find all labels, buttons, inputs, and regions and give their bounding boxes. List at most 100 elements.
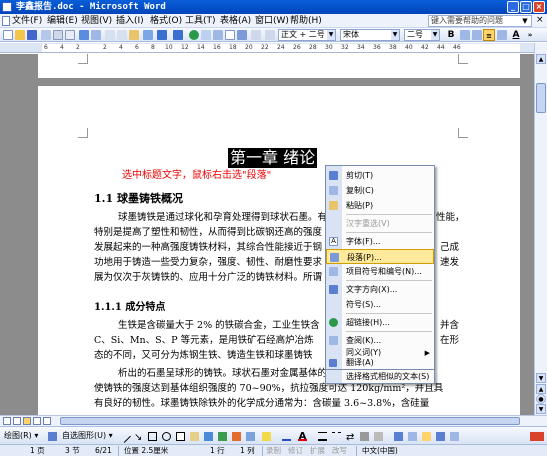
context-translate[interactable]: 翻译(A) xyxy=(326,358,434,368)
rectangle-icon[interactable] xyxy=(148,432,157,441)
3d-style-icon[interactable] xyxy=(374,432,383,441)
horizontal-scrollbar[interactable] xyxy=(0,415,547,426)
align-left-icon[interactable] xyxy=(460,30,470,40)
context-copy[interactable]: 复制(C) xyxy=(326,183,434,198)
save-icon[interactable] xyxy=(27,30,37,40)
paragraph-line[interactable]: 球墨铸铁是通过球化和孕育处理得到球状石墨。有 xyxy=(118,210,327,225)
browse-object-icon[interactable]: ● xyxy=(536,394,546,404)
paragraph-line-tail[interactable]: 并含 xyxy=(440,318,459,333)
arrow-style-icon[interactable]: ⇄ xyxy=(346,432,355,443)
select-objects-icon[interactable] xyxy=(48,432,57,441)
document-map-icon[interactable] xyxy=(225,30,235,40)
horizontal-scroll-thumb[interactable] xyxy=(60,417,520,425)
subsection-heading[interactable]: 1.1.1 成分特点 xyxy=(94,298,165,313)
font-combo[interactable]: 宋体 ▼ xyxy=(340,29,400,41)
status-overtype[interactable]: 改写 xyxy=(332,445,347,456)
menu-view[interactable]: 视图(V) xyxy=(81,14,112,28)
paragraph-line[interactable]: 特别是提高了塑性和韧性，从而得到比碳钢还高的强度 xyxy=(94,225,322,240)
research-toolbar-icon[interactable] xyxy=(91,30,101,40)
drawbar-extra-icon[interactable] xyxy=(394,432,403,441)
open-folder-icon[interactable] xyxy=(15,30,25,40)
permission-icon[interactable] xyxy=(41,30,51,40)
paragraph-line-tail[interactable]: 己成 xyxy=(440,240,459,255)
menu-table[interactable]: 表格(A) xyxy=(220,14,251,28)
document-icon[interactable] xyxy=(2,16,10,26)
vertical-textbox-icon[interactable] xyxy=(190,432,199,441)
close-document-icon[interactable]: × xyxy=(536,15,544,25)
oval-icon[interactable] xyxy=(162,432,171,441)
scroll-up-icon[interactable]: ▲ xyxy=(536,54,546,64)
diagram-icon[interactable] xyxy=(218,432,227,441)
insert-table-icon[interactable] xyxy=(213,30,223,40)
paragraph-line[interactable]: 有良好的韧性。球墨铸铁除铁外的化学成分通常为：含碳量 3.6~3.8%，含硅量 xyxy=(94,396,429,411)
context-paste[interactable]: 粘贴(P) xyxy=(326,198,434,213)
minimize-button[interactable]: _ xyxy=(507,1,519,13)
style-combo[interactable]: 正文 + 二号 ▼ xyxy=(278,29,336,41)
document-page[interactable]: 第一章 绪论 选中标题文字，鼠标右击选"段落" 1.1 球墨铸铁概况 球墨铸铁是… xyxy=(38,86,520,415)
print-preview-icon[interactable] xyxy=(65,30,75,40)
maximize-button[interactable]: □ xyxy=(520,1,532,13)
context-paragraph[interactable]: 段落(P)... xyxy=(326,249,434,264)
paragraph-line[interactable]: 发展起来的一种高强度铸铁材料，其综合性能接近于钢 xyxy=(94,240,322,255)
format-painter-icon[interactable] xyxy=(143,30,153,40)
shadow-style-icon[interactable] xyxy=(360,432,369,441)
paragraph-line-tail[interactable]: 在形 xyxy=(440,333,459,348)
styles-pane-icon[interactable] xyxy=(265,30,275,40)
bold-button[interactable]: B xyxy=(445,29,457,41)
status-track-changes[interactable]: 修订 xyxy=(288,445,303,456)
paragraph-line-tail[interactable]: 性能， xyxy=(436,210,465,225)
context-research[interactable]: 查阅(K)... xyxy=(326,333,434,348)
status-record[interactable]: 录制 xyxy=(266,445,281,456)
font-color-button[interactable]: A xyxy=(510,29,522,41)
dash-style-icon[interactable] xyxy=(332,432,341,441)
paragraph-line[interactable]: 展为仅次于灰铸铁的、应用十分广泛的铸铁材料。所谓 xyxy=(94,270,322,285)
spelling-icon[interactable] xyxy=(79,30,89,40)
undo-icon[interactable] xyxy=(157,30,167,40)
menu-format[interactable]: 格式(O) xyxy=(150,14,182,28)
context-text-direction[interactable]: 文字方向(X)... xyxy=(326,282,434,297)
line-color-icon[interactable] xyxy=(282,432,291,441)
menu-window[interactable]: 窗口(W) xyxy=(255,14,289,28)
drawbar-extra-icon[interactable] xyxy=(436,432,445,441)
toolbar-options-icon[interactable]: » xyxy=(524,29,536,41)
clipart-icon[interactable] xyxy=(232,432,241,441)
paragraph-line[interactable]: 生铁是含碳量大于 2% 的铁碳合金，工业生铁含 xyxy=(118,318,320,333)
paragraph-line[interactable]: 功地用于铸造一些受力复杂，强度、韧性、耐磨性要求 xyxy=(94,255,322,270)
tables-borders-icon[interactable] xyxy=(201,30,211,40)
picture-icon[interactable] xyxy=(246,432,255,441)
line-style-icon[interactable] xyxy=(318,432,327,441)
font-color-icon[interactable]: A xyxy=(298,432,307,442)
align-center-icon[interactable] xyxy=(472,30,482,40)
print-icon[interactable] xyxy=(53,30,63,40)
align-right-icon[interactable] xyxy=(497,30,507,40)
new-document-icon[interactable] xyxy=(3,30,13,40)
help-search-input[interactable]: 键入需要帮助的问题 xyxy=(428,15,532,27)
textbox-icon[interactable] xyxy=(176,432,185,441)
menu-help[interactable]: 帮助(H) xyxy=(290,14,322,28)
print-view-icon[interactable] xyxy=(23,417,31,425)
drawbar-extra-icon[interactable] xyxy=(408,432,417,441)
paste-toolbar-icon[interactable] xyxy=(129,30,139,40)
wordart-icon[interactable] xyxy=(204,432,213,441)
menu-tools[interactable]: 工具(T) xyxy=(185,14,216,28)
previous-page-icon[interactable]: ▲ xyxy=(536,384,546,394)
fill-color-icon[interactable] xyxy=(262,432,271,441)
normal-view-icon[interactable] xyxy=(3,417,11,425)
menu-insert[interactable]: 插入(I) xyxy=(116,14,144,28)
drawbar-extra-icon[interactable] xyxy=(450,432,459,441)
word-app-icon[interactable] xyxy=(2,2,12,12)
context-symbol[interactable]: 符号(S)... xyxy=(326,297,434,312)
web-view-icon[interactable] xyxy=(13,417,21,425)
arrow-icon[interactable]: ↘ xyxy=(134,432,143,443)
scroll-down-icon[interactable]: ▼ xyxy=(536,373,546,383)
justify-button[interactable]: ≡ xyxy=(483,29,495,41)
scroll-thumb[interactable] xyxy=(536,83,546,113)
status-extend[interactable]: 扩展 xyxy=(310,445,325,456)
context-bullets-numbering[interactable]: 项目符号和编号(N)... xyxy=(326,264,434,279)
menu-file[interactable]: 文件(F) xyxy=(12,14,42,28)
section-heading[interactable]: 1.1 球墨铸铁概况 xyxy=(94,190,183,206)
hyperlink-toolbar-icon[interactable] xyxy=(189,30,199,40)
outline-view-icon[interactable] xyxy=(33,417,41,425)
context-hyperlink[interactable]: 超链接(H)... xyxy=(326,315,434,330)
context-synonyms[interactable]: 同义词(Y) ▶ xyxy=(326,348,434,358)
